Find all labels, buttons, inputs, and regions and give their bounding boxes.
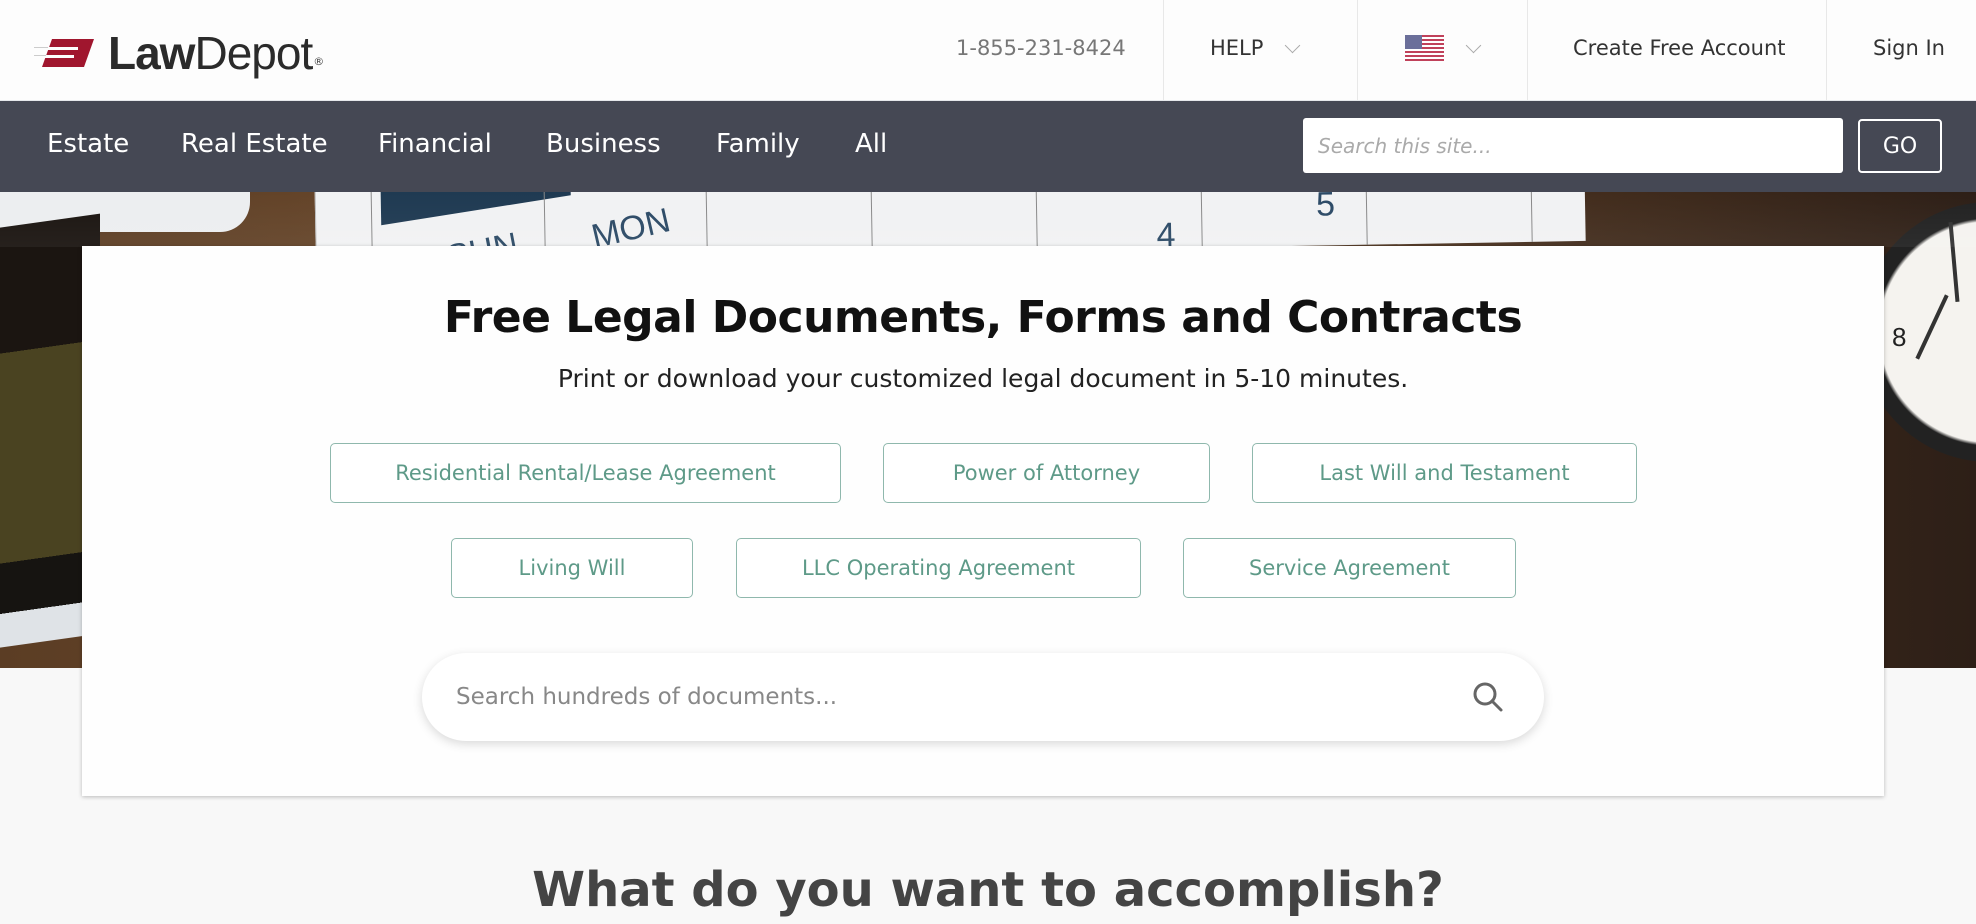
document-search-input[interactable] [456,677,1406,717]
chevron-down-icon [1285,37,1301,53]
document-search-bar [422,653,1544,741]
page-subtitle: Print or download your customized legal … [557,364,1409,393]
header-divider [1826,0,1827,100]
us-flag-icon [1405,35,1444,61]
logo-text-regular: Depot [194,27,313,79]
doc-button-power-of-attorney[interactable]: Power of Attorney [883,443,1210,503]
sign-in-link[interactable]: Sign In [1873,36,1945,60]
logo-text-bold: Law [108,27,195,79]
hero-fade [0,192,1976,247]
nav-item-business[interactable]: Business [546,129,661,159]
nav-item-family[interactable]: Family [716,129,800,159]
clock-hand [1915,294,1949,360]
nav-item-estate[interactable]: Estate [47,129,129,159]
header-divider [1357,0,1358,100]
top-header: LawDepot ® 1-855-231-8424 HELP Create Fr… [0,0,1976,101]
registered-mark: ® [313,55,325,68]
nav-item-all[interactable]: All [855,129,887,159]
header-divider [1527,0,1528,100]
category-nav: Estate Real Estate Financial Business Fa… [0,101,1976,192]
logo-mark-icon [34,39,94,67]
header-divider [1163,0,1164,100]
doc-button-last-will[interactable]: Last Will and Testament [1252,443,1637,503]
hero-card: Free Legal Documents, Forms and Contract… [82,246,1884,796]
search-icon[interactable] [1470,679,1506,715]
page-title: Free Legal Documents, Forms and Contract… [443,292,1523,343]
lawdepot-logo[interactable]: LawDepot ® [34,26,325,80]
chevron-down-icon [1465,37,1482,53]
create-free-account-link[interactable]: Create Free Account [1573,36,1785,60]
section-heading: What do you want to accomplish? [532,862,1444,918]
doc-button-living-will[interactable]: Living Will [451,538,693,598]
doc-button-llc-operating-agreement[interactable]: LLC Operating Agreement [736,538,1141,598]
phone-number-link[interactable]: 1-855-231-8424 [956,36,1126,60]
help-label: HELP [1210,36,1264,60]
nav-item-financial[interactable]: Financial [378,129,492,159]
logo-text: LawDepot [108,26,313,80]
go-button[interactable]: GO [1858,119,1942,173]
help-dropdown[interactable]: HELP [1210,36,1301,60]
site-search-input[interactable] [1303,118,1843,173]
nav-item-real-estate[interactable]: Real Estate [181,129,328,159]
clock-number: 8 [1892,322,1907,352]
doc-button-residential-lease[interactable]: Residential Rental/Lease Agreement [330,443,841,503]
doc-button-service-agreement[interactable]: Service Agreement [1183,538,1516,598]
locale-dropdown[interactable] [1405,35,1482,61]
